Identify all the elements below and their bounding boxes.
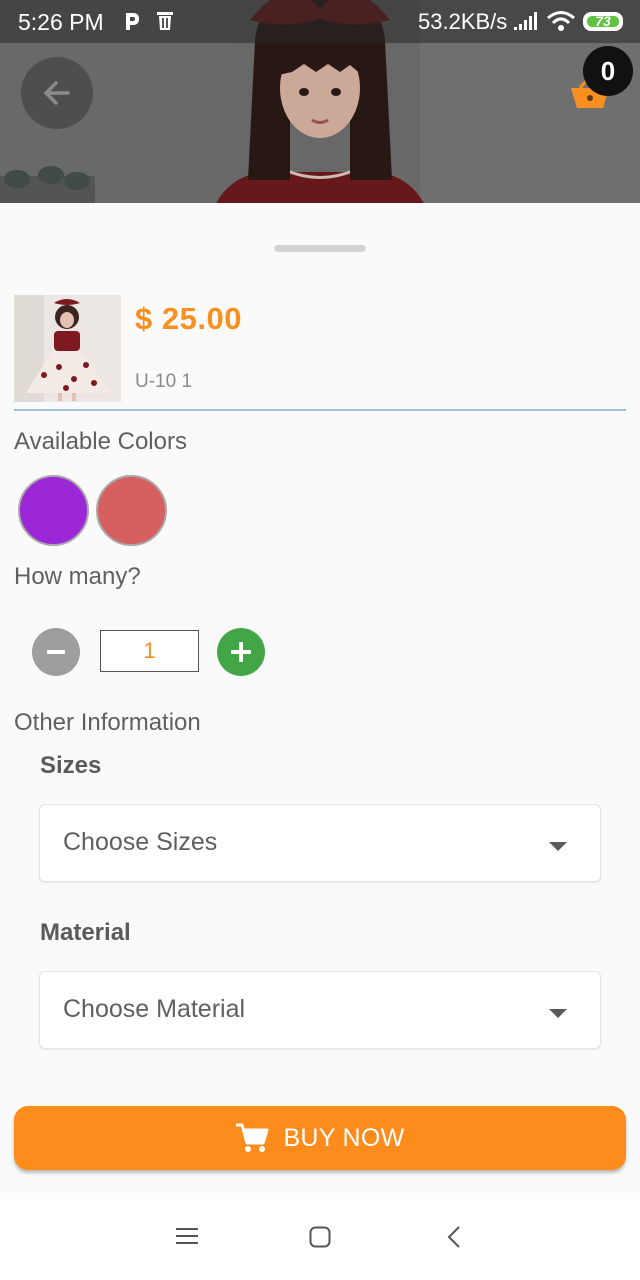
other-information-label: Other Information bbox=[14, 709, 201, 736]
quantity-label: How many? bbox=[14, 563, 141, 590]
back-chevron-icon[interactable] bbox=[446, 1225, 462, 1249]
available-colors-label: Available Colors bbox=[14, 428, 187, 455]
sizes-dropdown[interactable]: Choose Sizes bbox=[39, 804, 601, 882]
back-button[interactable] bbox=[21, 57, 93, 129]
parking-app-icon bbox=[126, 13, 139, 30]
plus-icon bbox=[231, 642, 251, 662]
product-sku: U-10 1 bbox=[135, 371, 193, 392]
cart-icon bbox=[236, 1123, 269, 1152]
home-icon[interactable] bbox=[309, 1226, 331, 1248]
buy-now-button[interactable]: BUY NOW bbox=[14, 1106, 626, 1170]
status-bar: 5:26 PM 53.2KB/s 73 bbox=[0, 0, 640, 43]
divider bbox=[14, 409, 626, 411]
sizes-dropdown-value: Choose Sizes bbox=[63, 828, 218, 856]
quantity-input[interactable]: 1 bbox=[100, 630, 199, 672]
color-swatch-purple[interactable] bbox=[18, 475, 89, 546]
battery-icon: 73 bbox=[583, 12, 623, 31]
arrow-left-icon bbox=[44, 81, 70, 105]
signal-icon bbox=[514, 12, 537, 30]
material-dropdown-value: Choose Material bbox=[63, 995, 246, 1023]
cart-button[interactable]: 0 bbox=[566, 44, 636, 114]
status-time: 5:26 PM bbox=[18, 9, 104, 35]
sheet-drag-handle[interactable] bbox=[274, 245, 366, 252]
increment-quantity-button[interactable] bbox=[217, 628, 265, 676]
buy-now-label: BUY NOW bbox=[283, 1123, 405, 1152]
minus-icon bbox=[47, 650, 65, 654]
menu-icon[interactable] bbox=[176, 1226, 198, 1246]
system-nav-bar bbox=[0, 1193, 640, 1280]
network-speed: 53.2KB/s bbox=[418, 9, 508, 34]
wifi-icon bbox=[547, 11, 575, 31]
material-label: Material bbox=[40, 919, 131, 946]
product-thumbnail bbox=[14, 295, 121, 402]
decrement-quantity-button[interactable] bbox=[32, 628, 80, 676]
color-swatch-coral[interactable] bbox=[96, 475, 167, 546]
chevron-down-icon bbox=[549, 842, 567, 851]
delete-icon bbox=[157, 12, 173, 30]
cart-count-badge: 0 bbox=[583, 46, 633, 96]
product-price: $ 25.00 bbox=[135, 301, 242, 336]
sizes-label: Sizes bbox=[40, 752, 102, 779]
chevron-down-icon bbox=[549, 1009, 567, 1018]
battery-level: 73 bbox=[595, 13, 611, 29]
material-dropdown[interactable]: Choose Material bbox=[39, 971, 601, 1049]
product-options-sheet: $ 25.00 U-10 1 Available Colors How many… bbox=[0, 203, 640, 1193]
